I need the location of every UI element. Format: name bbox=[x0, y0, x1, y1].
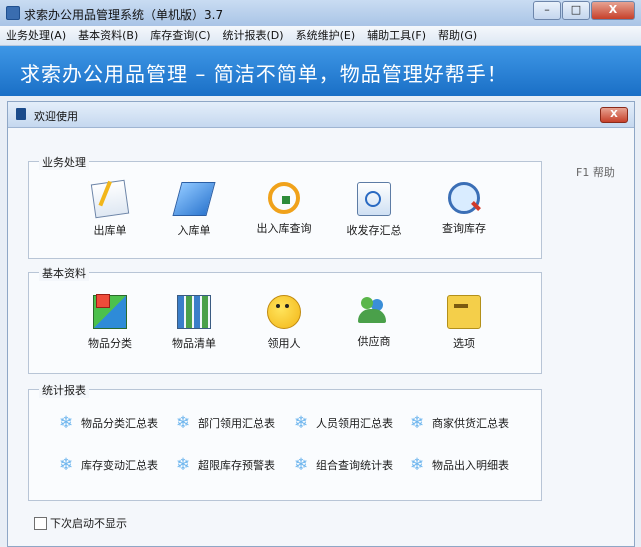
keys-icon bbox=[447, 295, 481, 329]
snowflake-icon: ❄ bbox=[176, 413, 191, 433]
tile-stock-query[interactable]: 查询库存 bbox=[429, 182, 499, 236]
dont-show-checkbox[interactable] bbox=[34, 517, 47, 530]
tile-label: 选项 bbox=[453, 337, 475, 350]
dialog-title-bar: 欢迎使用 X bbox=[8, 102, 634, 128]
paper-icon bbox=[172, 182, 216, 216]
tile-label: 物品清单 bbox=[172, 337, 216, 350]
menu-inventory-query[interactable]: 库存查询(C) bbox=[144, 26, 216, 45]
snowflake-icon: ❄ bbox=[410, 455, 425, 475]
report-label: 物品出入明细表 bbox=[432, 459, 509, 472]
tile-item-list[interactable]: 物品清单 bbox=[159, 295, 229, 351]
group-reports: 统计报表 ❄ 物品分类汇总表 ❄ 部门领用汇总表 ❄ 人员领用汇总表 ❄ 商家供… bbox=[28, 382, 542, 501]
report-person-summary[interactable]: ❄ 人员领用汇总表 bbox=[294, 414, 393, 432]
menu-help[interactable]: 帮助(G) bbox=[432, 26, 483, 45]
tile-supplier[interactable]: 供应商 bbox=[339, 295, 409, 349]
tile-label: 入库单 bbox=[177, 224, 211, 237]
tile-label: 供应商 bbox=[357, 335, 391, 348]
report-item-detail[interactable]: ❄ 物品出入明细表 bbox=[410, 456, 509, 474]
group-basic-legend: 基本资料 bbox=[39, 265, 89, 281]
report-label: 物品分类汇总表 bbox=[81, 417, 158, 430]
report-category-summary[interactable]: ❄ 物品分类汇总表 bbox=[59, 414, 158, 432]
welcome-dialog: 欢迎使用 X F1 帮助 业务处理 出库单 入库单 出入库查询 收发存汇总 查询… bbox=[7, 101, 635, 547]
banner: 求索办公用品管理 – 简洁不简单，物品管理好帮手！ bbox=[0, 46, 641, 96]
group-business-legend: 业务处理 bbox=[39, 154, 89, 170]
report-label: 部门领用汇总表 bbox=[198, 417, 275, 430]
help-link[interactable]: F1 帮助 bbox=[576, 164, 615, 180]
dialog-title: 欢迎使用 bbox=[34, 110, 78, 123]
tile-options[interactable]: 选项 bbox=[429, 295, 499, 351]
tile-label: 出入库查询 bbox=[256, 222, 312, 235]
report-label: 库存变动汇总表 bbox=[81, 459, 158, 472]
menu-basic-data[interactable]: 基本资料(B) bbox=[72, 26, 144, 45]
tile-outbound-order[interactable]: 出库单 bbox=[75, 179, 145, 238]
window-title-bar: 求索办公用品管理系统（单机版）3.7 – □ X bbox=[0, 0, 641, 27]
notepad-icon bbox=[90, 179, 130, 219]
report-label: 组合查询统计表 bbox=[316, 459, 393, 472]
close-button[interactable]: X bbox=[591, 1, 635, 20]
report-label: 超限库存预警表 bbox=[198, 459, 275, 472]
menu-reports[interactable]: 统计报表(D) bbox=[217, 26, 290, 45]
menu-system-maintenance[interactable]: 系统维护(E) bbox=[290, 26, 362, 45]
tile-inbound-order[interactable]: 入库单 bbox=[159, 182, 229, 238]
banner-slogan: 求索办公用品管理 – 简洁不简单，物品管理好帮手！ bbox=[20, 62, 508, 86]
tile-label: 查询库存 bbox=[442, 222, 486, 235]
snowflake-icon: ❄ bbox=[59, 413, 74, 433]
snowflake-icon: ❄ bbox=[294, 455, 309, 475]
tile-label: 领用人 bbox=[267, 337, 301, 350]
window-controls: – □ X bbox=[532, 1, 635, 20]
window-title: 求索办公用品管理系统（单机版）3.7 bbox=[24, 8, 224, 22]
report-label: 人员领用汇总表 bbox=[316, 417, 393, 430]
report-vendor-summary[interactable]: ❄ 商家供货汇总表 bbox=[410, 414, 509, 432]
tile-label: 收发存汇总 bbox=[346, 224, 402, 237]
clock-report-icon bbox=[357, 182, 391, 216]
app-icon bbox=[6, 6, 20, 20]
menu-bar: 业务处理(A) 基本资料(B) 库存查询(C) 统计报表(D) 系统维护(E) … bbox=[0, 26, 641, 46]
people-icon bbox=[358, 295, 390, 327]
snowflake-icon: ❄ bbox=[410, 413, 425, 433]
menu-tools[interactable]: 辅助工具(F) bbox=[361, 26, 432, 45]
smiley-face-icon bbox=[267, 295, 301, 329]
minimize-button[interactable]: – bbox=[533, 1, 561, 20]
dialog-book-icon bbox=[16, 108, 26, 120]
report-stock-change[interactable]: ❄ 库存变动汇总表 bbox=[59, 456, 158, 474]
group-business: 业务处理 出库单 入库单 出入库查询 收发存汇总 查询库存 bbox=[28, 154, 542, 259]
report-label: 商家供货汇总表 bbox=[432, 417, 509, 430]
tile-recipient[interactable]: 领用人 bbox=[249, 295, 319, 351]
report-combined-query[interactable]: ❄ 组合查询统计表 bbox=[294, 456, 393, 474]
report-department-summary[interactable]: ❄ 部门领用汇总表 bbox=[176, 414, 275, 432]
dont-show-label: 下次启动不显示 bbox=[50, 517, 127, 530]
tile-label: 物品分类 bbox=[88, 337, 132, 350]
group-basic-data: 基本资料 物品分类 物品清单 领用人 供应商 选项 bbox=[28, 265, 542, 374]
snowflake-icon: ❄ bbox=[294, 413, 309, 433]
cubes-icon bbox=[93, 294, 127, 329]
snowflake-icon: ❄ bbox=[59, 455, 74, 475]
menu-business[interactable]: 业务处理(A) bbox=[0, 26, 72, 45]
tile-summary[interactable]: 收发存汇总 bbox=[339, 182, 409, 238]
snowflake-icon: ❄ bbox=[176, 455, 191, 475]
exchange-arrows-icon bbox=[268, 182, 300, 214]
maximize-button[interactable]: □ bbox=[562, 1, 590, 20]
tile-item-category[interactable]: 物品分类 bbox=[75, 294, 145, 351]
magnifier-icon bbox=[448, 182, 480, 214]
tile-inout-query[interactable]: 出入库查询 bbox=[249, 182, 319, 236]
dialog-close-button[interactable]: X bbox=[600, 107, 628, 123]
tile-label: 出库单 bbox=[93, 224, 127, 237]
report-stock-warning[interactable]: ❄ 超限库存预警表 bbox=[176, 456, 275, 474]
books-icon bbox=[177, 295, 211, 329]
group-reports-legend: 统计报表 bbox=[39, 382, 89, 398]
